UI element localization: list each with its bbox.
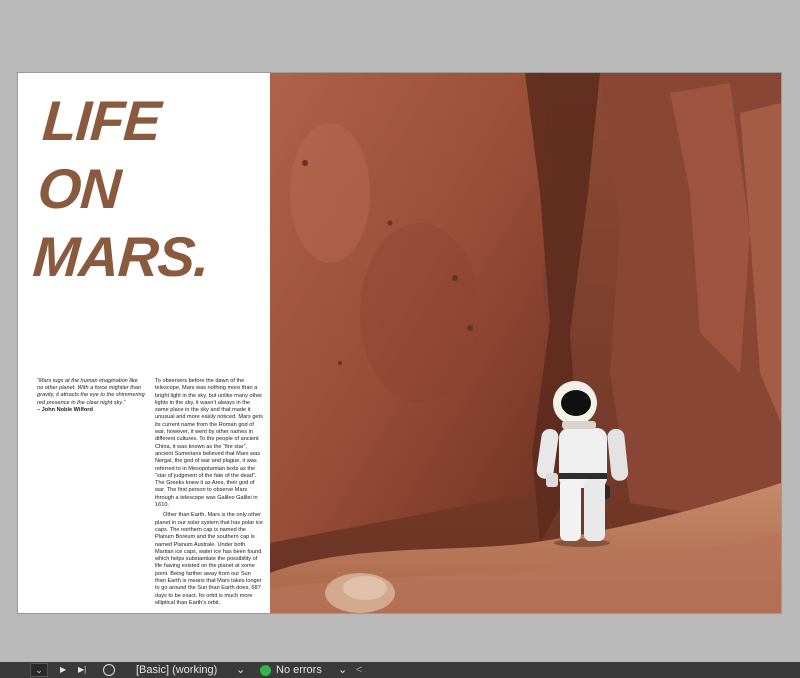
- preflight-dropdown[interactable]: ⌄: [338, 662, 347, 678]
- page-box[interactable]: ⌄: [30, 662, 48, 678]
- status-bar: ⌄ ▶ ▶| [Basic] (working) ⌄ No errors ⌄ <: [0, 662, 800, 678]
- body-paragraph-1: To observers before the dawn of the tele…: [155, 378, 263, 509]
- headline-line-1: LIFE: [40, 89, 163, 152]
- preflight-status-label: No errors: [276, 664, 322, 676]
- collapse-statusbar-button[interactable]: <: [356, 662, 362, 678]
- last-page-button[interactable]: ▶|: [78, 662, 86, 678]
- preflight-profile-menu[interactable]: [Basic] (working): [136, 662, 217, 678]
- pull-quote[interactable]: “Mars tugs at the human imagination like…: [37, 378, 145, 414]
- chevron-left-icon: <: [356, 664, 363, 676]
- play-icon: ▶: [60, 665, 67, 674]
- chevron-down-icon[interactable]: ⌄: [30, 663, 48, 677]
- headline-line-3: MARS.: [31, 225, 211, 288]
- headline[interactable]: LIFE ON MARS.: [31, 87, 221, 291]
- quote-author: – John Noble Wilford: [37, 406, 93, 413]
- status-ok-icon: [260, 664, 271, 676]
- mars-photo-illustration: [270, 73, 781, 613]
- preflight-profile-label: [Basic] (working): [136, 664, 218, 676]
- headline-line-2: ON: [35, 157, 123, 220]
- open-page-button[interactable]: [103, 662, 115, 678]
- body-text-frame[interactable]: To observers before the dawn of the tele…: [155, 378, 263, 610]
- document-spread[interactable]: LIFE ON MARS. “Mars tugs at the human im…: [18, 73, 781, 613]
- preflight-status[interactable]: No errors: [260, 662, 322, 678]
- profile-dropdown[interactable]: ⌄: [236, 662, 245, 678]
- mars-photo[interactable]: [270, 73, 781, 613]
- quote-text: “Mars tugs at the human imagination like…: [37, 378, 145, 406]
- pasteboard: LIFE ON MARS. “Mars tugs at the human im…: [0, 0, 800, 662]
- next-page-button[interactable]: ▶: [60, 662, 66, 678]
- chevron-down-icon: ⌄: [338, 664, 348, 676]
- page-icon: [103, 664, 115, 676]
- left-page[interactable]: LIFE ON MARS. “Mars tugs at the human im…: [18, 73, 270, 613]
- skip-end-icon: ▶|: [78, 665, 87, 674]
- body-paragraph-2: Other than Earth, Mars is the only other…: [155, 512, 263, 606]
- chevron-down-icon: ⌄: [236, 664, 246, 676]
